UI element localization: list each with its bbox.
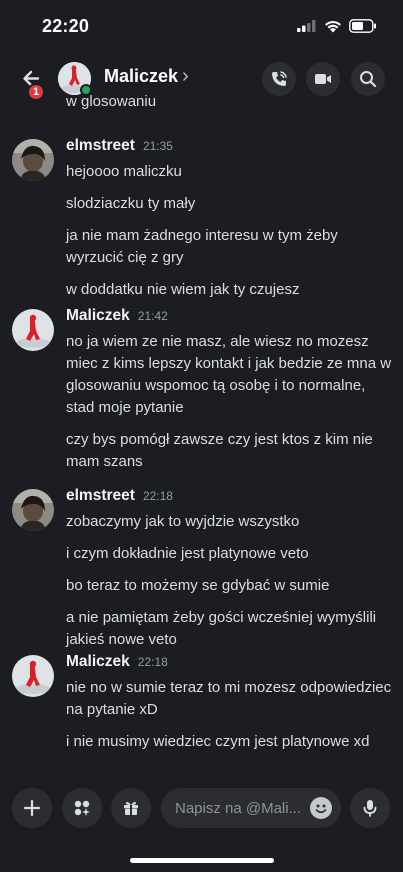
gift-button[interactable] [111, 788, 151, 828]
timestamp: 22:18 [137, 655, 168, 669]
battery-icon [349, 19, 376, 33]
gift-icon [124, 801, 138, 815]
message-input-container [161, 788, 341, 828]
timestamp: 21:35 [142, 139, 173, 153]
home-indicator [130, 858, 274, 863]
author-name[interactable]: Maliczek [66, 307, 130, 325]
plus-icon [23, 799, 41, 817]
message-text: w doddatku nie wiem jak ty czujesz [66, 281, 300, 298]
chevron-right-icon[interactable]: › [182, 65, 189, 88]
wifi-icon [325, 20, 341, 32]
microphone-icon [363, 800, 377, 817]
video-call-button[interactable] [306, 62, 340, 96]
message-composer [0, 778, 403, 872]
message-text: i nie musimy wiedziec czym jest platynow… [66, 733, 370, 750]
emoji-button[interactable] [310, 797, 332, 819]
message-text: a nie pamiętam żeby gości wcześniej wymy… [66, 609, 377, 648]
video-icon [315, 74, 331, 84]
avatar[interactable] [12, 309, 54, 351]
message-list[interactable]: w glosowaniu elmstreet 21:35 hejoooo mal… [0, 95, 403, 775]
signal-icon [297, 20, 316, 32]
search-icon [360, 71, 377, 88]
message-text: ja nie mam żadnego interesu w tym żeby w… [66, 227, 338, 266]
timestamp: 22:18 [142, 489, 173, 503]
author-name[interactable]: elmstreet [66, 137, 135, 155]
message-text: nie no w sumie teraz to mi mozesz odpowi… [66, 679, 392, 718]
timestamp: 21:42 [137, 309, 168, 323]
avatar[interactable] [12, 489, 54, 531]
message-text: zobaczymy jak to wyjdzie wszystko [66, 513, 300, 530]
author-name[interactable]: elmstreet [66, 487, 135, 505]
message-text: w glosowaniu [66, 95, 157, 110]
author-name[interactable]: Maliczek [66, 653, 130, 671]
voice-message-button[interactable] [350, 788, 390, 828]
message-text: slodziaczku ty mały [66, 195, 196, 212]
message-text: hejoooo maliczku [66, 163, 182, 180]
add-attachment-button[interactable] [12, 788, 52, 828]
avatar[interactable] [12, 655, 54, 697]
status-bar: 22:20 [0, 0, 403, 52]
search-button[interactable] [351, 62, 385, 96]
call-icon [272, 71, 287, 86]
call-button[interactable] [262, 62, 296, 96]
message-text: i czym dokładnie jest platynowe veto [66, 545, 309, 562]
message-text: bo teraz to możemy se gdybać w sumie [66, 577, 330, 594]
status-icons [297, 19, 377, 33]
message-input[interactable] [175, 788, 305, 828]
apps-icon [74, 800, 90, 816]
channel-title[interactable]: Maliczek [104, 66, 178, 87]
message-text: czy bys pomógł zawsze czy jest ktos z ki… [66, 431, 373, 470]
message-text: no ja wiem ze nie masz, ale wiesz no moz… [66, 333, 392, 416]
apps-button[interactable] [62, 788, 102, 828]
avatar[interactable] [12, 139, 54, 181]
emoji-icon [315, 804, 327, 814]
status-time: 22:20 [42, 16, 90, 36]
